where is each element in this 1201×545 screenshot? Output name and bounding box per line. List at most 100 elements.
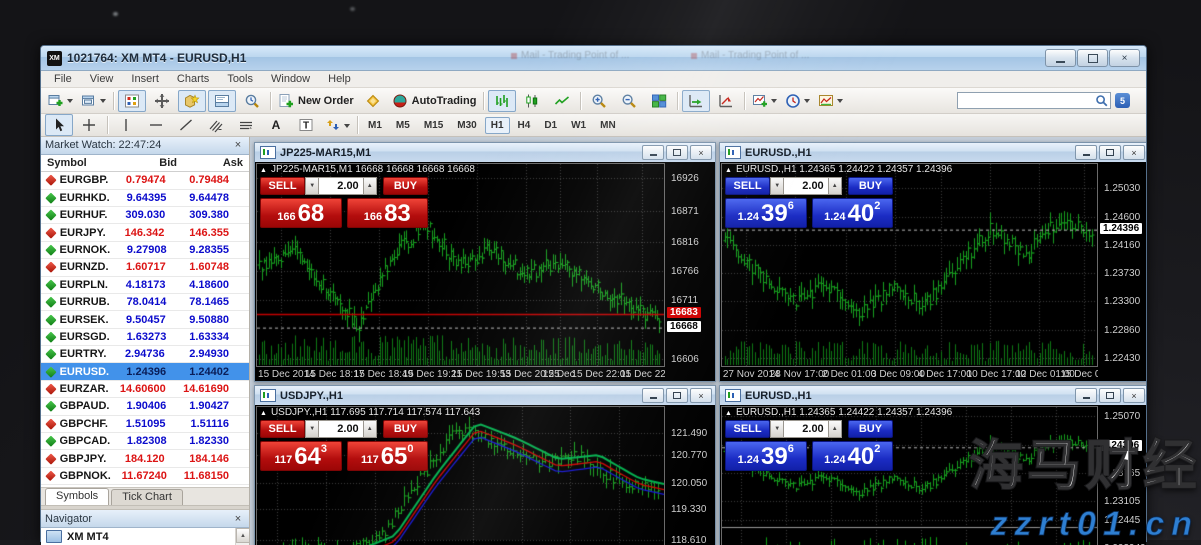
- chart-minimize-button[interactable]: [1075, 145, 1097, 160]
- buy-button[interactable]: BUY: [383, 177, 428, 195]
- chart-close-button[interactable]: ×: [1123, 145, 1145, 160]
- volume-down-button[interactable]: ▼: [305, 177, 319, 195]
- market-watch-row[interactable]: EURRUB. 78.0414 78.1465: [41, 294, 249, 311]
- sell-price[interactable]: 1.24396: [725, 441, 807, 471]
- market-watch-row[interactable]: GBPJPY. 184.120 184.146: [41, 450, 249, 467]
- buy-price[interactable]: 1.24402: [812, 198, 894, 228]
- chart-shift-toggle[interactable]: [712, 90, 740, 112]
- chart-restore-button[interactable]: [1099, 145, 1121, 160]
- text-label-button[interactable]: T: [292, 114, 320, 136]
- indicators-button[interactable]: [749, 90, 780, 112]
- column-bid[interactable]: Bid: [117, 157, 183, 169]
- market-watch-row[interactable]: EURHUF. 309.030 309.380: [41, 207, 249, 224]
- column-symbol[interactable]: Symbol: [41, 157, 117, 169]
- templates-button[interactable]: [815, 90, 846, 112]
- volume-down-button[interactable]: ▼: [305, 420, 319, 438]
- market-watch-row[interactable]: EURZAR. 14.60600 14.61690: [41, 381, 249, 398]
- sell-price[interactable]: 117643: [260, 441, 342, 471]
- chart-close-button[interactable]: ×: [1123, 388, 1145, 403]
- collapse-arrow-icon[interactable]: ▲: [725, 410, 732, 417]
- collapse-arrow-icon[interactable]: ▲: [260, 167, 267, 174]
- text-button[interactable]: A: [262, 114, 290, 136]
- market-watch-close-icon[interactable]: ×: [231, 139, 245, 151]
- navigator-scrollbar[interactable]: ▲: [235, 528, 249, 545]
- market-watch-row[interactable]: GBPCAD. 1.82308 1.82330: [41, 433, 249, 450]
- navigator-header[interactable]: Navigator ×: [41, 510, 249, 528]
- volume-field[interactable]: 2.00: [319, 177, 362, 195]
- chart-window-titlebar[interactable]: JP225-MAR15,M1 ×: [255, 143, 715, 163]
- periods-button[interactable]: [782, 90, 813, 112]
- search-icon[interactable]: [1095, 94, 1109, 108]
- volume-up-button[interactable]: ▲: [828, 420, 842, 438]
- buy-price[interactable]: 1.24402: [812, 441, 894, 471]
- market-watch-row[interactable]: EURNZD. 1.60717 1.60748: [41, 259, 249, 276]
- crosshair-button[interactable]: [75, 114, 103, 136]
- menu-view[interactable]: View: [81, 73, 123, 85]
- volume-up-button[interactable]: ▲: [363, 177, 377, 195]
- market-watch-row[interactable]: EURHKD. 9.64395 9.64478: [41, 190, 249, 207]
- tab-symbols[interactable]: Symbols: [45, 488, 109, 505]
- horizontal-line-button[interactable]: [142, 114, 170, 136]
- chart-minimize-button[interactable]: [642, 388, 664, 403]
- volume-field[interactable]: 2.00: [784, 177, 827, 195]
- market-watch-row[interactable]: EURNOK. 9.27908 9.28355: [41, 242, 249, 259]
- price-axis[interactable]: 121.490120.770120.050119.330118.610: [666, 406, 715, 545]
- market-watch-row[interactable]: EURSEK. 9.50457 9.50880: [41, 311, 249, 328]
- chart-restore-button[interactable]: [666, 388, 688, 403]
- chart-minimize-button[interactable]: [642, 145, 664, 160]
- market-watch-row[interactable]: EURGBP. 0.79474 0.79484: [41, 172, 249, 189]
- volume-up-button[interactable]: ▲: [363, 420, 377, 438]
- channel-button[interactable]: [232, 114, 260, 136]
- market-watch-row[interactable]: GBPAUD. 1.90406 1.90427: [41, 398, 249, 415]
- sell-button[interactable]: SELL: [725, 177, 770, 195]
- market-watch-row[interactable]: GBPCHF. 1.51095 1.51116: [41, 416, 249, 433]
- market-watch-row[interactable]: EURPLN. 4.18173 4.18600: [41, 277, 249, 294]
- bar-chart-button[interactable]: [488, 90, 516, 112]
- vertical-line-button[interactable]: [112, 114, 140, 136]
- scroll-up-icon[interactable]: ▲: [236, 528, 250, 543]
- price-axis[interactable]: 1.250701.237651.231051.224451.243960.003…: [1099, 406, 1146, 545]
- buy-button[interactable]: BUY: [383, 420, 428, 438]
- zoom-in-button[interactable]: [585, 90, 613, 112]
- menu-help[interactable]: Help: [319, 73, 360, 85]
- market-watch-header[interactable]: Market Watch: 22:47:24 ×: [41, 137, 249, 155]
- chart-restore-button[interactable]: [666, 145, 688, 160]
- market-watch-toggle[interactable]: [118, 90, 146, 112]
- window-titlebar[interactable]: XM 1021764: XM MT4 - EURUSD,H1 Mail - Tr…: [41, 46, 1146, 71]
- market-watch-row[interactable]: GBPNOK. 11.67240 11.68150: [41, 468, 249, 485]
- menu-insert[interactable]: Insert: [122, 73, 168, 85]
- profiles-button[interactable]: [78, 90, 109, 112]
- restore-button[interactable]: [1077, 49, 1108, 67]
- navigator-close-icon[interactable]: ×: [231, 513, 245, 525]
- collapse-arrow-icon[interactable]: ▲: [725, 167, 732, 174]
- cursor-button[interactable]: [45, 114, 73, 136]
- sell-price[interactable]: 16668: [260, 198, 342, 228]
- zoom-out-button[interactable]: [615, 90, 643, 112]
- chart-window-titlebar[interactable]: EURUSD.,H1 ×: [720, 143, 1146, 163]
- volume-field[interactable]: 2.00: [784, 420, 827, 438]
- volume-up-button[interactable]: ▲: [828, 177, 842, 195]
- strategy-tester-toggle[interactable]: [238, 90, 266, 112]
- menu-tools[interactable]: Tools: [218, 73, 262, 85]
- collapse-arrow-icon[interactable]: ▲: [260, 410, 267, 417]
- time-axis[interactable]: 15 Dec 201415 Dec 18:1715 Dec 18:4915 De…: [256, 368, 665, 381]
- chart-minimize-button[interactable]: [1075, 388, 1097, 403]
- terminal-toggle[interactable]: [208, 90, 236, 112]
- timeframe-m30[interactable]: M30: [451, 117, 482, 134]
- menu-charts[interactable]: Charts: [168, 73, 218, 85]
- market-watch-row[interactable]: EURSGD. 1.63273 1.63334: [41, 329, 249, 346]
- minimize-button[interactable]: [1045, 49, 1076, 67]
- menu-window[interactable]: Window: [262, 73, 319, 85]
- chart-close-button[interactable]: ×: [690, 388, 712, 403]
- arrows-button[interactable]: [322, 114, 353, 136]
- market-watch-row[interactable]: EURUSD. 1.24396 1.24402: [41, 363, 249, 380]
- timeframe-h4[interactable]: H4: [512, 117, 537, 134]
- price-axis[interactable]: 1.250301.246001.241601.237301.233001.228…: [1099, 163, 1146, 381]
- tile-windows-button[interactable]: [645, 90, 673, 112]
- timeframe-m5[interactable]: M5: [390, 117, 416, 134]
- price-axis[interactable]: 1692616871168161676616711166061668316668: [666, 163, 715, 381]
- timeframe-h1[interactable]: H1: [485, 117, 510, 134]
- mql5-community-icon[interactable]: 5: [1115, 93, 1130, 108]
- buy-button[interactable]: BUY: [848, 177, 893, 195]
- buy-price[interactable]: 117650: [347, 441, 429, 471]
